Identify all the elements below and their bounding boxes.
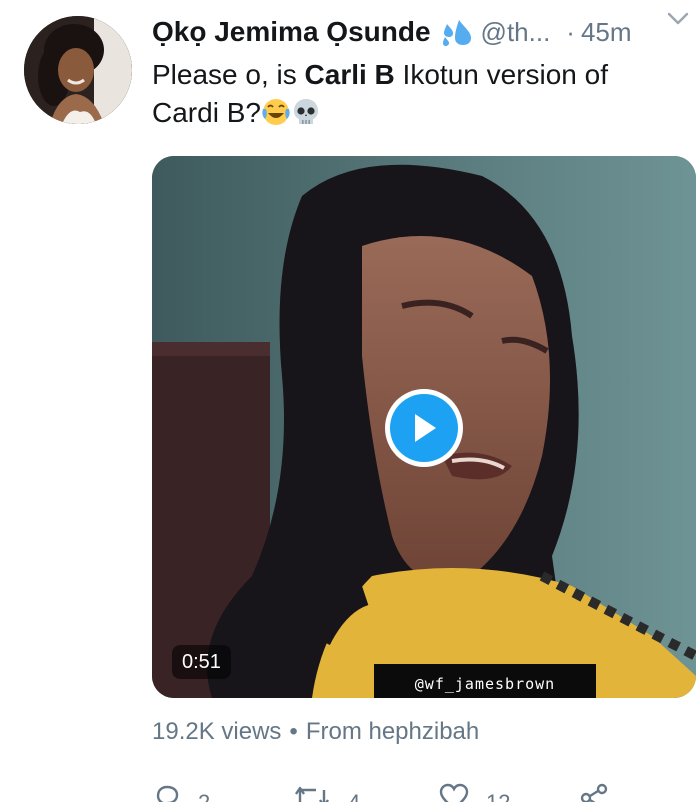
reply-button[interactable]: 2 [152, 782, 210, 802]
tweet-text-start: Please o, is [152, 59, 305, 90]
meta-separator: • [289, 718, 298, 745]
tweet-meta: 19.2K views • From hephzibah [152, 718, 479, 746]
like-count: 12 [486, 790, 510, 802]
tweet-text-bold: Carli B [304, 59, 395, 90]
play-button[interactable] [385, 389, 463, 467]
header-separator: · [566, 16, 575, 47]
view-count: 19.2K views [152, 718, 282, 745]
share-icon [580, 783, 608, 802]
sweat-droplets-icon [439, 18, 473, 46]
video-duration-badge: 0:51 [172, 645, 231, 679]
reply-icon [156, 785, 179, 802]
video-watermark: @wf_jamesbrown [374, 664, 596, 698]
chevron-down-icon[interactable] [666, 10, 690, 28]
author-name[interactable]: Ọkọ Jemima Ọsunde [152, 16, 431, 48]
video-source[interactable]: From hephzibah [306, 718, 479, 745]
retweet-icon [295, 786, 329, 802]
tears-of-joy-emoji-icon [261, 97, 291, 127]
skull-emoji-icon [291, 97, 321, 127]
like-button[interactable]: 12 [438, 782, 510, 802]
retweet-button[interactable]: 4 [292, 782, 360, 802]
author-avatar[interactable] [24, 16, 132, 124]
author-handle[interactable]: @th... [481, 17, 551, 48]
heart-icon [439, 783, 469, 802]
share-button[interactable] [578, 782, 610, 802]
tweet-text: Please o, is Carli B Ikotun version of C… [152, 56, 672, 132]
retweet-count: 4 [348, 790, 360, 802]
reply-count: 2 [198, 790, 210, 802]
tweet-actions: 2 4 12 [152, 782, 696, 802]
tweet-header: Ọkọ Jemima Ọsunde @th... · 45m [152, 12, 696, 52]
tweet-timestamp[interactable]: 45m [581, 17, 632, 48]
play-icon [390, 394, 458, 462]
